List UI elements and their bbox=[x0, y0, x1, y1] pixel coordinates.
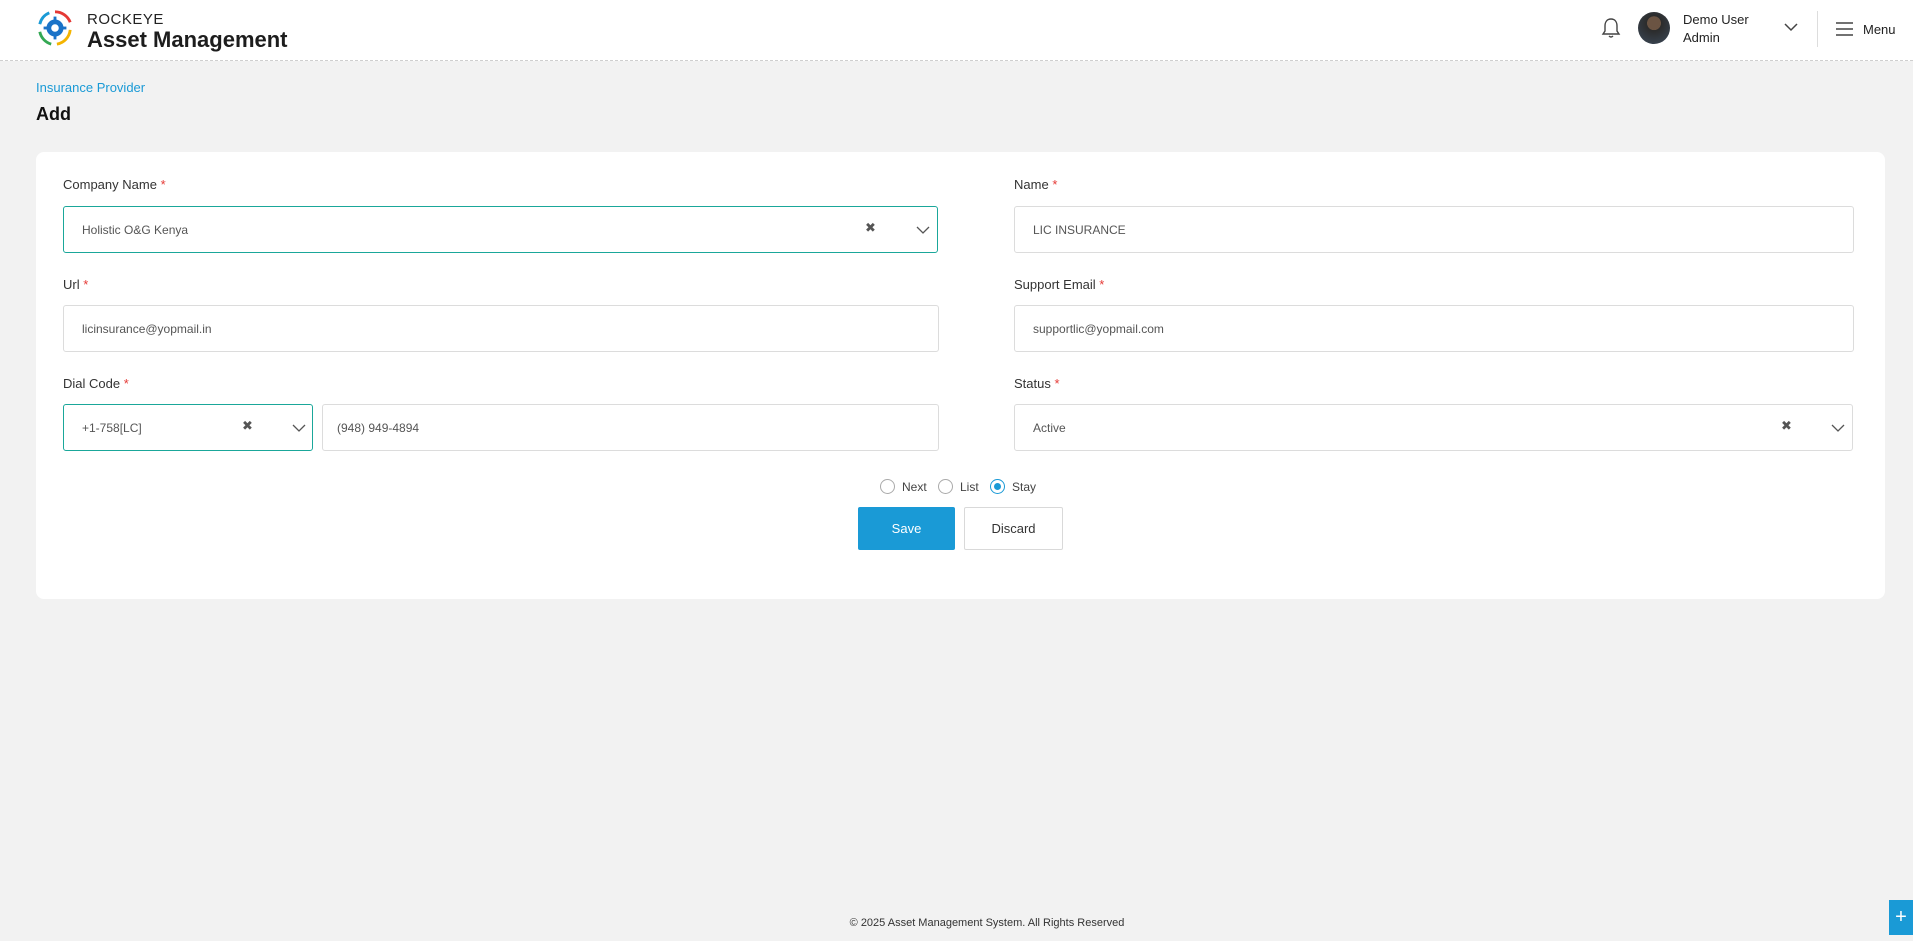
radio-next-label: Next bbox=[902, 479, 927, 494]
radio-list[interactable]: List bbox=[938, 479, 979, 494]
phone-number-input[interactable]: (948) 949-4894 bbox=[322, 404, 939, 451]
name-label: Name * bbox=[1014, 177, 1058, 192]
company-name-value: Holistic O&G Kenya bbox=[82, 222, 189, 237]
url-input[interactable]: licinsurance@yopmail.in bbox=[63, 305, 939, 352]
top-header: ROCKEYE Asset Management Demo User Admin… bbox=[0, 0, 1913, 61]
dial-code-label: Dial Code * bbox=[63, 376, 129, 391]
radio-stay-label: Stay bbox=[1012, 479, 1037, 494]
name-input[interactable]: LIC INSURANCE bbox=[1014, 206, 1854, 253]
chevron-down-icon[interactable] bbox=[916, 225, 930, 235]
url-value: licinsurance@yopmail.in bbox=[82, 321, 212, 336]
clear-dial-code-icon[interactable]: ✖ bbox=[242, 418, 253, 434]
support-email-value: supportlic@yopmail.com bbox=[1033, 321, 1164, 336]
support-email-input[interactable]: supportlic@yopmail.com bbox=[1014, 305, 1854, 352]
phone-number-value: (948) 949-4894 bbox=[337, 420, 420, 435]
radio-next[interactable]: Next bbox=[880, 479, 927, 494]
status-value: Active bbox=[1033, 420, 1066, 435]
chevron-down-icon[interactable] bbox=[292, 423, 306, 433]
user-name[interactable]: Demo User bbox=[1683, 12, 1749, 27]
name-value: LIC INSURANCE bbox=[1033, 222, 1126, 237]
radio-circle[interactable] bbox=[938, 479, 953, 494]
brand-app-name: Asset Management bbox=[87, 27, 288, 52]
brand-company-name: ROCKEYE bbox=[87, 11, 164, 28]
dial-code-value: +1-758[LC] bbox=[82, 420, 142, 435]
floating-add-button[interactable]: + bbox=[1889, 900, 1913, 935]
user-avatar[interactable] bbox=[1638, 12, 1670, 44]
chevron-down-icon[interactable] bbox=[1831, 423, 1845, 433]
radio-stay[interactable]: Stay bbox=[990, 479, 1036, 494]
status-label: Status * bbox=[1014, 376, 1060, 391]
notification-bell-icon[interactable] bbox=[1601, 17, 1621, 39]
support-email-label: Support Email * bbox=[1014, 277, 1105, 292]
company-name-label: Company Name * bbox=[63, 177, 166, 192]
breadcrumb-insurance-provider[interactable]: Insurance Provider bbox=[36, 80, 145, 95]
url-label: Url * bbox=[63, 277, 89, 292]
radio-circle-selected[interactable] bbox=[990, 479, 1005, 494]
footer-copyright: © 2025 Asset Management System. All Righ… bbox=[849, 917, 1125, 929]
clear-status-icon[interactable]: ✖ bbox=[1781, 418, 1792, 434]
save-button[interactable]: Save bbox=[858, 507, 955, 550]
hamburger-icon bbox=[1836, 22, 1853, 36]
menu-button[interactable]: Menu bbox=[1836, 19, 1896, 39]
company-name-select[interactable]: Holistic O&G Kenya ✖ bbox=[63, 206, 938, 253]
menu-label: Menu bbox=[1863, 21, 1896, 37]
radio-circle[interactable] bbox=[880, 479, 895, 494]
discard-button[interactable]: Discard bbox=[964, 507, 1063, 550]
chevron-down-icon[interactable] bbox=[1784, 22, 1798, 32]
user-role: Admin bbox=[1683, 30, 1720, 45]
page-title: Add bbox=[36, 104, 71, 124]
gear-logo-icon[interactable] bbox=[36, 9, 74, 47]
clear-company-icon[interactable]: ✖ bbox=[865, 220, 876, 236]
radio-list-label: List bbox=[960, 479, 979, 494]
header-divider bbox=[1817, 11, 1818, 47]
dial-code-select[interactable]: +1-758[LC] ✖ bbox=[63, 404, 313, 451]
status-select[interactable]: Active ✖ bbox=[1014, 404, 1853, 451]
